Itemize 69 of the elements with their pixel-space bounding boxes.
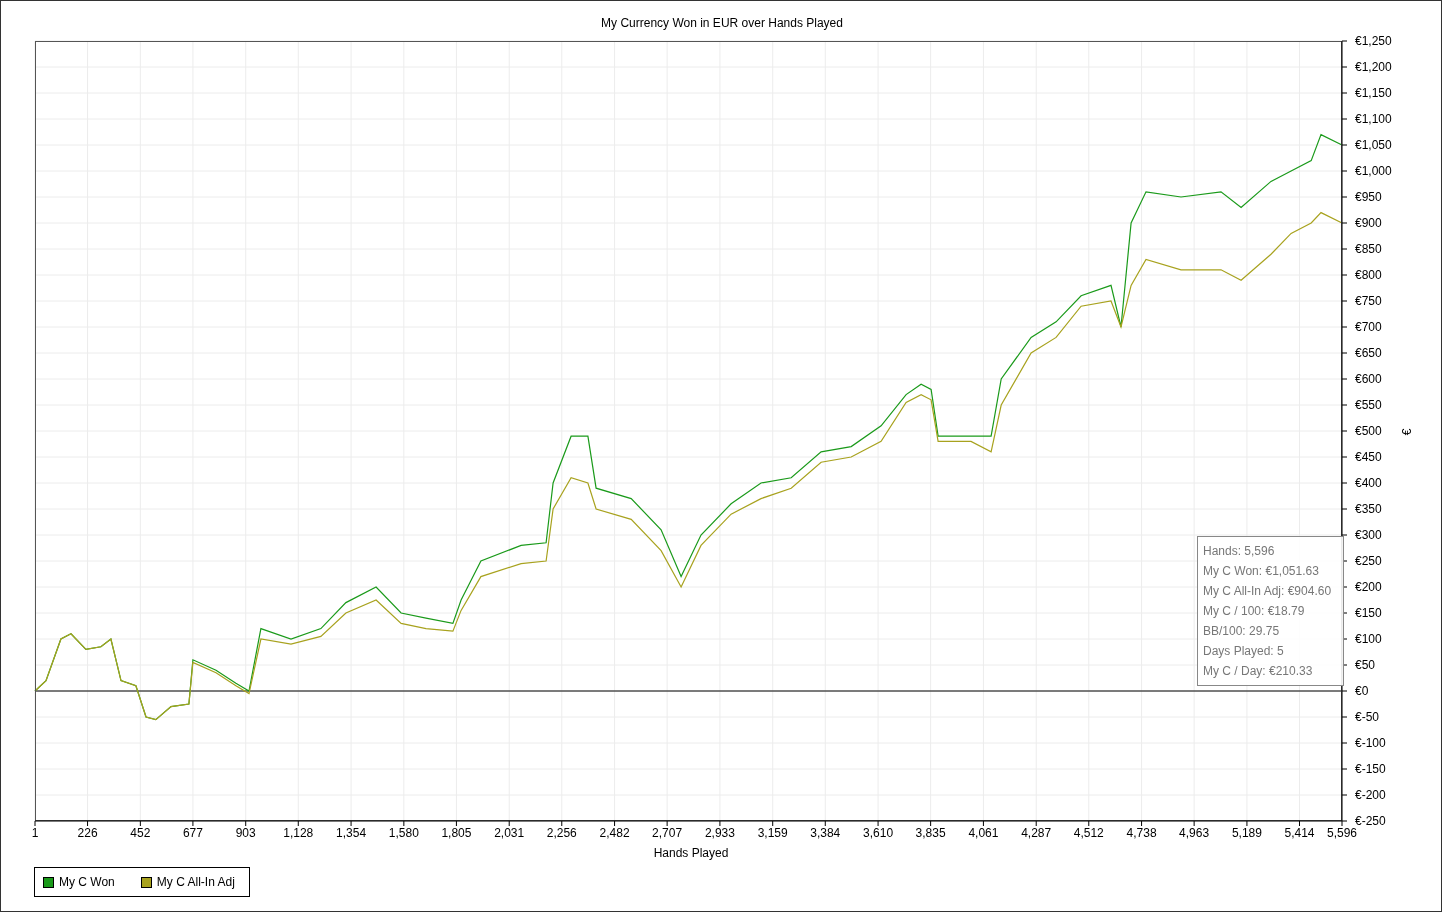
x-tick-label: 1,580 bbox=[388, 826, 419, 840]
x-tick-label: 2,707 bbox=[652, 826, 683, 840]
legend-label: My C All-In Adj bbox=[156, 875, 235, 889]
stats-text: Days Played: 5 bbox=[1203, 643, 1285, 660]
y-tick-label: €-100 bbox=[1355, 736, 1386, 750]
y-tick-label: €450 bbox=[1355, 450, 1382, 464]
x-tick-label: 677 bbox=[182, 826, 203, 840]
y-tick-label: €150 bbox=[1355, 606, 1382, 620]
x-tick-label: 5,414 bbox=[1284, 826, 1315, 840]
chart-title: My Currency Won in EUR over Hands Played bbox=[601, 16, 843, 30]
x-tick-label: 2,031 bbox=[494, 826, 525, 840]
stats-text: My C / Day: €210.33 bbox=[1203, 663, 1314, 680]
y-tick-label: €950 bbox=[1355, 190, 1382, 204]
x-tick-label: 3,384 bbox=[810, 826, 841, 840]
x-axis-title: Hands Played bbox=[653, 846, 729, 860]
y-axis-title: € bbox=[1400, 428, 1414, 436]
y-tick-label: €350 bbox=[1355, 502, 1382, 516]
x-tick-label: 452 bbox=[130, 826, 151, 840]
x-tick-label: 5,189 bbox=[1231, 826, 1262, 840]
x-tick-label: 3,610 bbox=[863, 826, 894, 840]
x-tick-label: 1 bbox=[31, 826, 39, 840]
x-tick-label: 2,933 bbox=[704, 826, 735, 840]
y-tick-label: €400 bbox=[1355, 476, 1382, 490]
y-tick-label: €200 bbox=[1355, 580, 1382, 594]
y-tick-label: €1,200 bbox=[1355, 60, 1392, 74]
y-tick-label: €50 bbox=[1355, 658, 1376, 672]
stats-text: My C / 100: €18.79 bbox=[1203, 603, 1306, 620]
x-tick-label: 1,354 bbox=[336, 826, 367, 840]
stats-text: BB/100: 29.75 bbox=[1203, 623, 1281, 640]
y-tick-label: €-200 bbox=[1355, 788, 1386, 802]
y-tick-label: €300 bbox=[1355, 528, 1382, 542]
y-tick-label: €900 bbox=[1355, 216, 1382, 230]
x-tick-label: 2,256 bbox=[546, 826, 577, 840]
y-tick-label: €-50 bbox=[1355, 710, 1380, 724]
x-tick-label: 4,512 bbox=[1073, 826, 1104, 840]
x-tick-label: 3,835 bbox=[915, 826, 946, 840]
y-tick-label: €100 bbox=[1355, 632, 1382, 646]
y-tick-label: €0 bbox=[1355, 684, 1369, 698]
x-tick-label: 4,963 bbox=[1179, 826, 1210, 840]
y-tick-label: €-250 bbox=[1355, 814, 1386, 828]
x-tick-label: 4,738 bbox=[1126, 826, 1157, 840]
x-tick-label: 3,159 bbox=[757, 826, 788, 840]
y-tick-label: €650 bbox=[1355, 346, 1382, 360]
y-tick-label: €1,050 bbox=[1355, 138, 1392, 152]
y-tick-label: €500 bbox=[1355, 424, 1382, 438]
x-tick-label: 903 bbox=[235, 826, 256, 840]
y-tick-label: €750 bbox=[1355, 294, 1382, 308]
y-tick-label: €1,100 bbox=[1355, 112, 1392, 126]
y-tick-label: €700 bbox=[1355, 320, 1382, 334]
x-tick-label: 4,287 bbox=[1021, 826, 1052, 840]
y-tick-label: €1,250 bbox=[1355, 34, 1392, 48]
stats-text: My C Won: €1,051.63 bbox=[1203, 563, 1320, 580]
y-tick-label: €850 bbox=[1355, 242, 1382, 256]
y-tick-label: €550 bbox=[1355, 398, 1382, 412]
y-tick-label: €1,150 bbox=[1355, 86, 1392, 100]
x-tick-label: 1,805 bbox=[441, 826, 472, 840]
y-tick-label: €250 bbox=[1355, 554, 1382, 568]
x-tick-label: 2,482 bbox=[599, 826, 630, 840]
x-tick-label: 1,128 bbox=[283, 826, 314, 840]
stats-text: Hands: 5,596 bbox=[1203, 543, 1276, 560]
y-tick-label: €-150 bbox=[1355, 762, 1386, 776]
legend-label: My C Won bbox=[59, 875, 115, 889]
x-tick-label: 5,596 bbox=[1327, 826, 1357, 840]
x-tick-label: 226 bbox=[77, 826, 98, 840]
y-tick-label: €1,000 bbox=[1355, 164, 1392, 178]
x-tick-label: 4,061 bbox=[968, 826, 999, 840]
y-tick-label: €600 bbox=[1355, 372, 1382, 386]
stats-text: My C All-In Adj: €904.60 bbox=[1203, 583, 1333, 600]
y-tick-label: €800 bbox=[1355, 268, 1382, 282]
